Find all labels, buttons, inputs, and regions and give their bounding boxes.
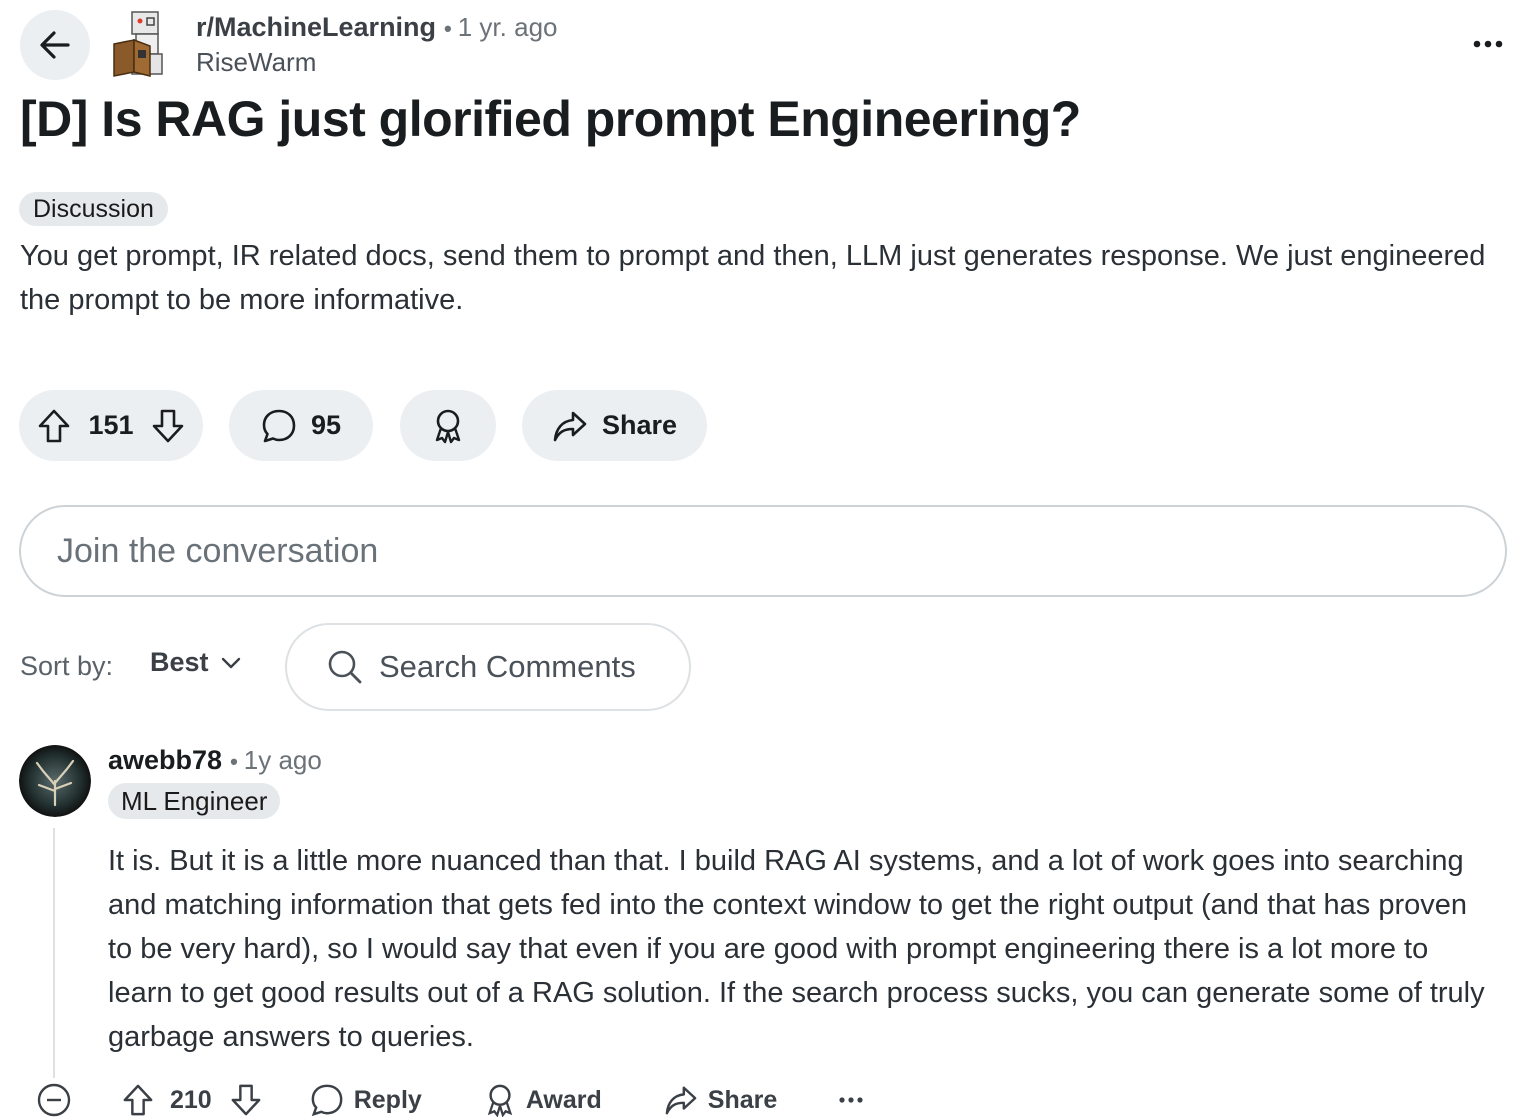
thread-line[interactable] (53, 828, 55, 1078)
downvote-arrow-icon (152, 409, 184, 442)
comment-vote-count: 210 (170, 1085, 212, 1114)
comment-body: It is. But it is a little more nuanced t… (108, 845, 1485, 1053)
search-placeholder: Search Comments (379, 649, 636, 684)
ellipsis-icon (839, 1097, 863, 1103)
comment-share-label: Share (707, 1085, 778, 1114)
search-comments-input[interactable]: Search Comments (285, 623, 691, 711)
downvote-button[interactable] (151, 408, 185, 444)
search-icon (328, 650, 362, 684)
comment-author[interactable]: awebb78 (108, 745, 222, 775)
comment-author-line: awebb78 • 1y ago (108, 745, 322, 776)
subreddit-link[interactable]: r/MachineLearning (196, 12, 436, 42)
join-placeholder: Join the conversation (57, 531, 379, 570)
join-conversation-input[interactable]: Join the conversation (19, 505, 1507, 597)
sort-selected: Best (150, 647, 209, 677)
comment-downvote-button[interactable] (230, 1083, 262, 1117)
arrow-left-icon (40, 31, 70, 59)
vote-bar: 151 (19, 390, 203, 461)
award-label: Award (525, 1085, 602, 1114)
robot-reading-icon (113, 11, 163, 77)
award-ribbon-icon (435, 409, 461, 443)
comment-more-button[interactable] (839, 1096, 863, 1104)
post-title: [D] Is RAG just glorified prompt Enginee… (20, 91, 1081, 147)
comment-share-button[interactable]: Share (664, 1084, 777, 1116)
reply-label: Reply (353, 1085, 422, 1114)
comments-button[interactable]: 95 (229, 390, 373, 461)
collapse-thread-button[interactable] (36, 1082, 72, 1118)
sort-dropdown[interactable]: Best (150, 647, 241, 678)
share-arrow-icon (665, 1086, 697, 1115)
award-button[interactable] (400, 390, 496, 461)
separator-dot: • (230, 749, 238, 774)
commenter-avatar[interactable] (19, 745, 91, 817)
comment-time: 1y ago (243, 745, 322, 775)
comment-count: 95 (310, 410, 342, 440)
downvote-arrow-icon (231, 1084, 261, 1116)
share-button[interactable]: Share (522, 390, 707, 461)
reply-button[interactable]: Reply (310, 1083, 422, 1117)
minus-circle-icon (37, 1083, 71, 1117)
vote-count: 151 (88, 410, 134, 440)
upvote-button[interactable] (37, 408, 71, 444)
subreddit-name[interactable]: r/MachineLearning • 1 yr. ago (196, 12, 557, 43)
more-options-button[interactable] (1466, 30, 1510, 58)
comment-upvote-button[interactable] (122, 1083, 154, 1117)
comment-actions: 210 Reply Award Share (36, 1080, 863, 1120)
ellipsis-icon (1473, 40, 1503, 48)
post-flair[interactable]: Discussion (19, 192, 168, 226)
back-button[interactable] (20, 10, 90, 80)
comment-bubble-icon (311, 1084, 343, 1117)
separator-dot: • (444, 16, 452, 41)
share-arrow-icon (553, 411, 587, 441)
comment-award-button[interactable]: Award (484, 1083, 602, 1117)
share-label: Share (601, 410, 678, 440)
comment-bubble-icon (262, 409, 296, 442)
subreddit-avatar[interactable] (110, 10, 174, 80)
post-author[interactable]: RiseWarm (196, 47, 316, 78)
tree-avatar-icon (19, 745, 91, 817)
upvote-arrow-icon (123, 1084, 153, 1116)
upvote-arrow-icon (38, 409, 70, 442)
award-ribbon-icon (487, 1084, 513, 1117)
sort-label: Sort by: (20, 651, 114, 681)
chevron-down-icon (221, 657, 240, 668)
post-time: 1 yr. ago (457, 12, 558, 42)
post-body: You get prompt, IR related docs, send th… (20, 240, 1486, 316)
comment-user-flair: ML Engineer (108, 783, 281, 819)
